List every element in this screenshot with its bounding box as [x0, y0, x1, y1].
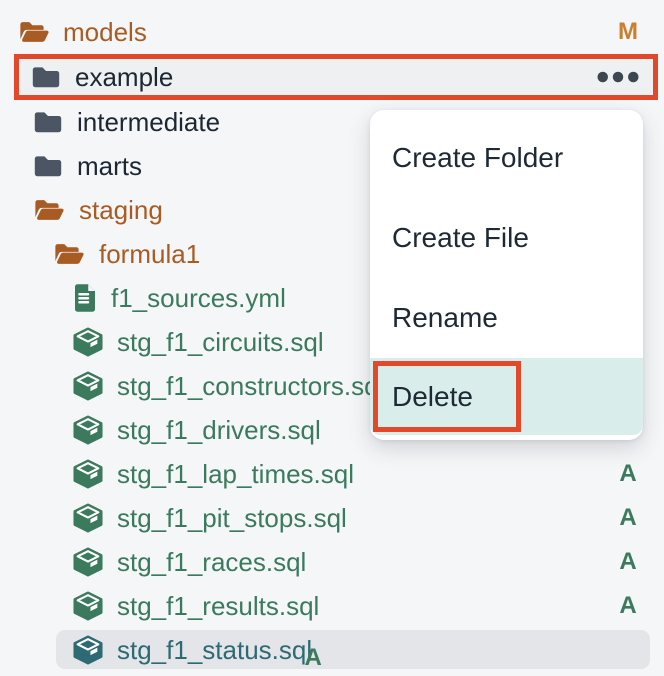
delete-highlight-frame: Delete	[373, 361, 521, 432]
model-cube-icon	[72, 503, 104, 533]
model-cube-icon	[72, 591, 104, 621]
menu-item-delete[interactable]: Delete	[370, 358, 643, 435]
tree-row-stg-f1-pit-stops[interactable]: stg_f1_pit_stops.sql A	[0, 496, 664, 540]
menu-item-rename[interactable]: Rename	[370, 278, 643, 358]
tree-row-label: stg_f1_constructors.sql	[117, 371, 384, 402]
tree-row-stg-f1-status[interactable]: stg_f1_status.sql A	[0, 628, 664, 672]
tree-row-models[interactable]: models M	[0, 10, 664, 54]
tree-row-label: staging	[79, 195, 163, 226]
tree-row-label: stg_f1_races.sql	[117, 547, 306, 578]
context-menu: Create Folder Create File Rename Delete	[370, 110, 643, 440]
tree-row-label: stg_f1_status.sql	[117, 635, 312, 666]
git-status-badge: M	[616, 18, 640, 46]
tree-row-label: stg_f1_pit_stops.sql	[117, 503, 347, 534]
tree-row-example[interactable]: example	[14, 54, 658, 100]
tree-row-label: example	[75, 62, 173, 93]
tree-row-stg-f1-results[interactable]: stg_f1_results.sql A	[0, 584, 664, 628]
folder-closed-icon	[30, 65, 62, 89]
tree-row-label: marts	[77, 151, 142, 182]
folder-closed-icon	[32, 110, 64, 134]
file-explorer-panel: models M example inte	[0, 0, 664, 676]
menu-item-label: Delete	[392, 381, 473, 413]
git-status-badge: A	[616, 592, 640, 620]
tree-row-label: stg_f1_lap_times.sql	[117, 459, 354, 490]
tree-row-label: stg_f1_results.sql	[117, 591, 319, 622]
file-doc-icon	[72, 283, 98, 313]
tree-row-label: f1_sources.yml	[111, 283, 286, 314]
tree-row-label: intermediate	[77, 107, 220, 138]
folder-closed-icon	[32, 154, 64, 178]
row-actions-menu-icon[interactable]	[597, 71, 639, 83]
model-cube-icon	[72, 459, 104, 489]
model-cube-icon	[72, 635, 104, 665]
git-status-badge: A	[616, 504, 640, 532]
git-status-badge: A	[301, 644, 325, 672]
model-cube-icon	[72, 371, 104, 401]
folder-open-icon	[32, 198, 66, 222]
tree-row-stg-f1-races[interactable]: stg_f1_races.sql A	[0, 540, 664, 584]
tree-row-label: models	[63, 17, 147, 48]
folder-open-icon	[52, 242, 86, 266]
tree-row-stg-f1-lap-times[interactable]: stg_f1_lap_times.sql A	[0, 452, 664, 496]
git-status-badge: A	[616, 460, 640, 488]
model-cube-icon	[72, 327, 104, 357]
tree-row-label: formula1	[99, 239, 200, 270]
git-status-badge: A	[616, 548, 640, 576]
tree-row-label: stg_f1_drivers.sql	[117, 415, 321, 446]
folder-open-icon	[18, 20, 50, 44]
tree-row-label: stg_f1_circuits.sql	[117, 327, 324, 358]
menu-item-create-file[interactable]: Create File	[370, 198, 643, 278]
menu-item-create-folder[interactable]: Create Folder	[370, 118, 643, 198]
model-cube-icon	[72, 547, 104, 577]
model-cube-icon	[72, 415, 104, 445]
